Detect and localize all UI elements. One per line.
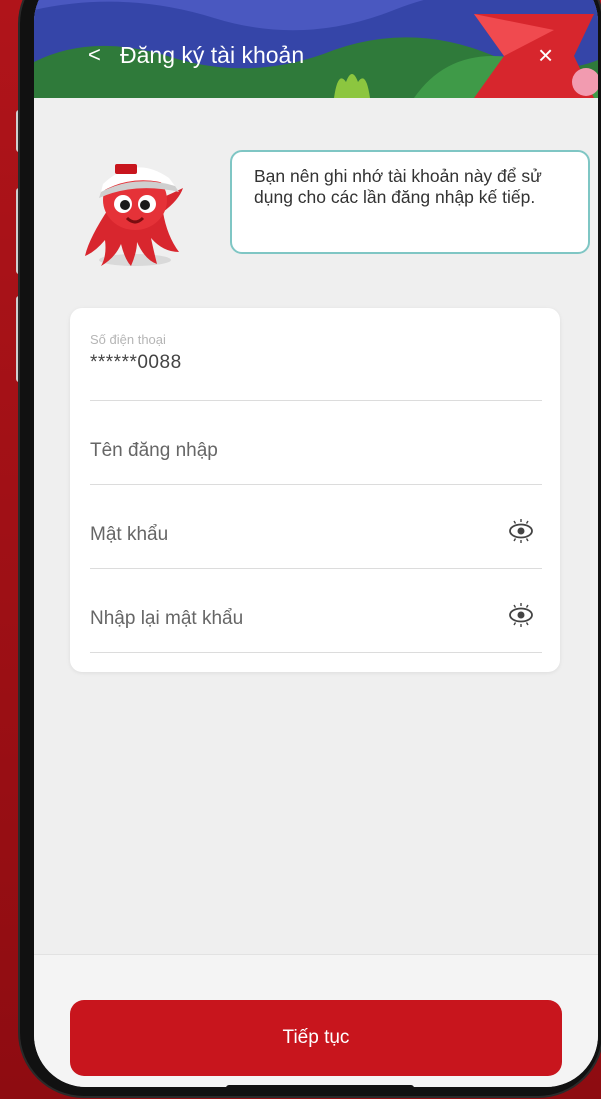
phone-field-label: Số điện thoại — [90, 332, 166, 347]
password-placeholder: Mật khẩu — [90, 524, 169, 545]
username-field[interactable]: Tên đăng nhập — [90, 400, 542, 485]
page-title: Đăng ký tài khoản — [120, 42, 305, 68]
chevron-left-icon: < — [88, 42, 101, 67]
continue-button[interactable]: Tiếp tục — [70, 1000, 562, 1076]
phone-field-value: ******0088 — [90, 352, 182, 373]
confirm-password-placeholder: Nhập lại mật khẩu — [90, 608, 244, 629]
eye-icon[interactable] — [506, 602, 536, 628]
confirm-password-field[interactable]: Nhập lại mật khẩu — [90, 568, 542, 653]
username-placeholder: Tên đăng nhập — [90, 440, 218, 461]
octopus-mascot-icon — [85, 164, 183, 266]
tip-text: Bạn nên ghi nhớ tài khoản này để sử dụng… — [254, 166, 542, 207]
phone-field: Số điện thoại ******0088 — [90, 332, 542, 401]
app-screen: < Đăng ký tài khoản × Bạn nên ghi nhớ tà… — [34, 0, 598, 1087]
app-header: < Đăng ký tài khoản × — [34, 0, 598, 98]
header-illustration — [34, 0, 598, 98]
registration-form: Số điện thoại ******0088 Tên đăng nhập M… — [70, 308, 560, 672]
eye-icon[interactable] — [506, 518, 536, 544]
home-indicator[interactable] — [226, 1085, 414, 1087]
back-button[interactable]: < — [88, 42, 101, 68]
tip-bubble: Bạn nên ghi nhớ tài khoản này để sử dụng… — [230, 150, 590, 254]
password-field[interactable]: Mật khẩu — [90, 484, 542, 569]
close-icon: × — [538, 40, 554, 70]
close-button[interactable]: × — [538, 40, 553, 71]
